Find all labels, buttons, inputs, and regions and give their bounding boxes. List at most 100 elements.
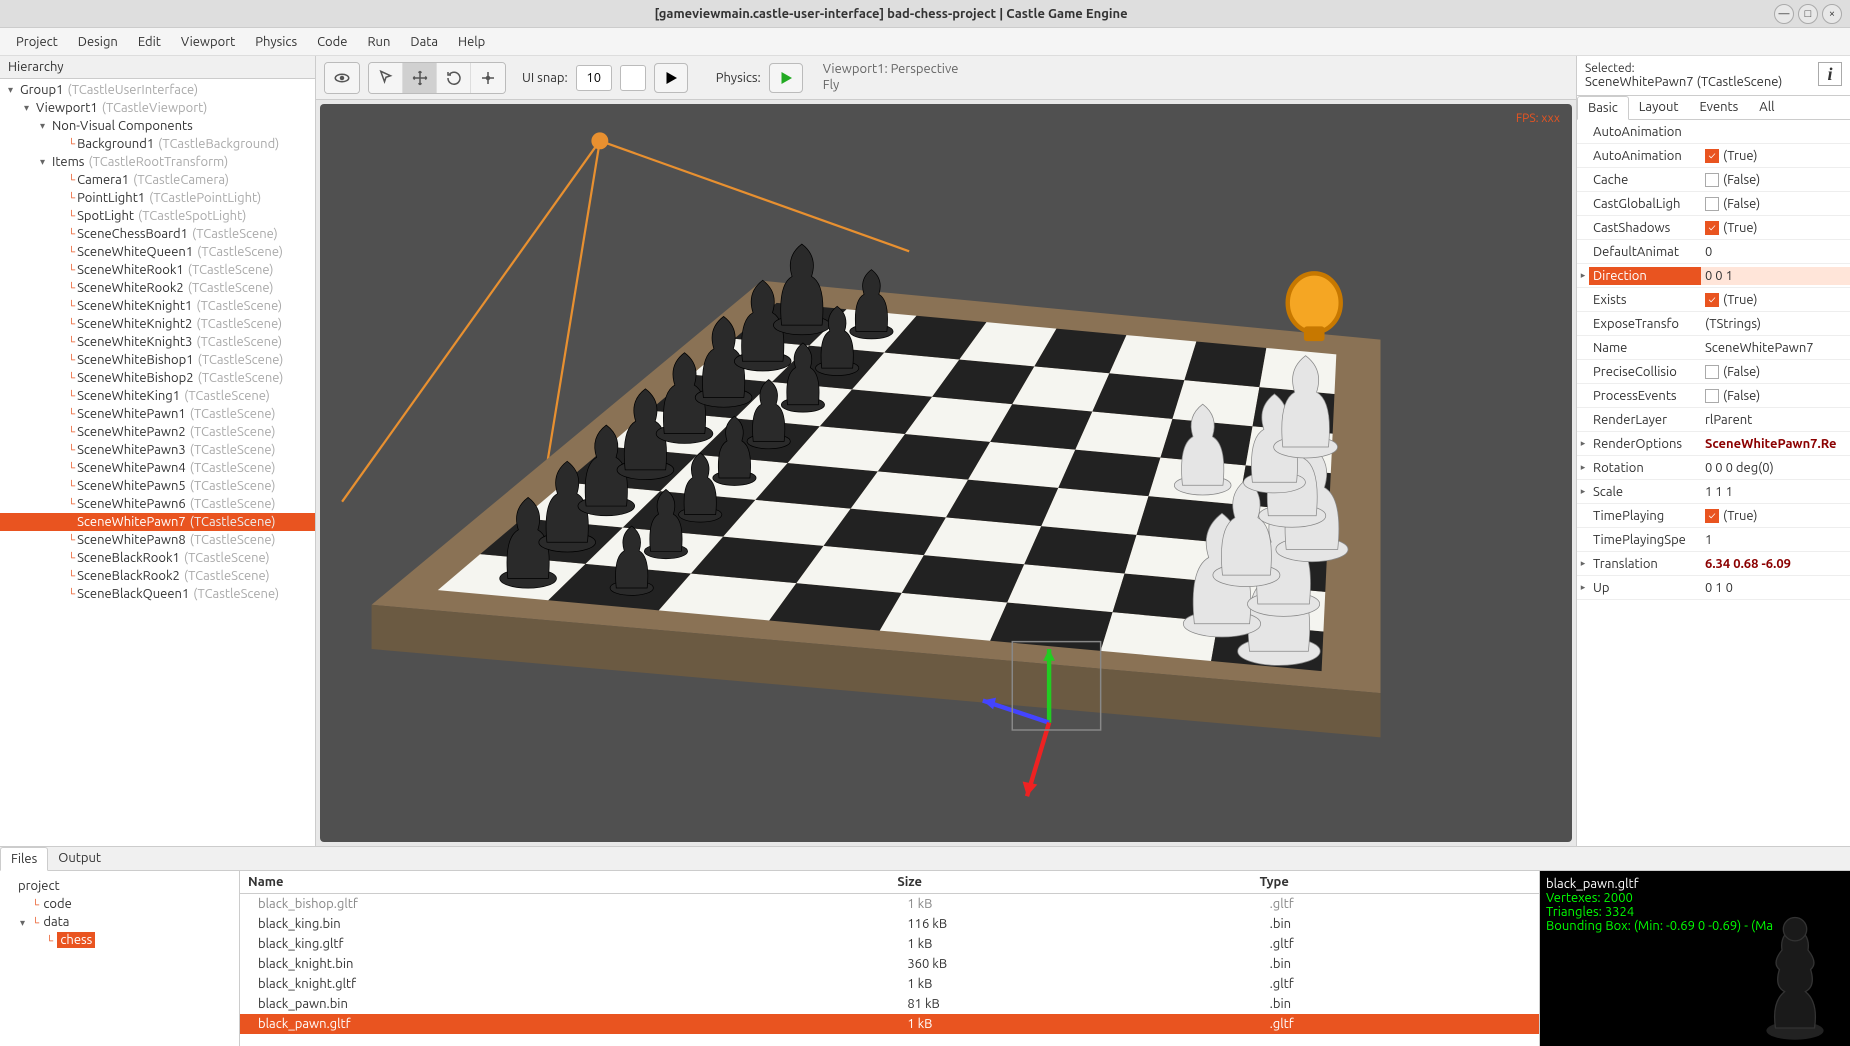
hierarchy-item[interactable]: └SceneWhitePawn4 (TCastleScene) xyxy=(0,459,315,477)
hierarchy-item[interactable]: └PointLight1 (TCastlePointLight) xyxy=(0,189,315,207)
rotate-tool-button[interactable] xyxy=(437,63,471,93)
file-column-header[interactable]: Type xyxy=(1252,871,1539,894)
menu-code[interactable]: Code xyxy=(309,31,355,53)
hierarchy-item[interactable]: └Background1 (TCastleBackground) xyxy=(0,135,315,153)
bottom-tab-output[interactable]: Output xyxy=(48,847,111,870)
menu-help[interactable]: Help xyxy=(450,31,493,53)
property-row[interactable]: CastShadows✓(True) xyxy=(1577,216,1850,240)
window-minimize-button[interactable]: — xyxy=(1774,4,1794,24)
folder-tree[interactable]: project└ code▾└ data└ chess xyxy=(0,871,240,1046)
viewport-3d[interactable]: FPS: xxx xyxy=(320,104,1572,842)
hierarchy-item[interactable]: └SceneWhiteKing1 (TCastleScene) xyxy=(0,387,315,405)
move-tool-button[interactable] xyxy=(403,63,437,93)
folder-item[interactable]: project xyxy=(6,877,233,895)
hierarchy-item[interactable]: └SceneBlackRook2 (TCastleScene) xyxy=(0,567,315,585)
property-row[interactable]: DefaultAnimat0 xyxy=(1577,240,1850,264)
property-row[interactable]: ▸Rotation0 0 0 deg(0) xyxy=(1577,456,1850,480)
hierarchy-item[interactable]: └SceneWhitePawn8 (TCastleScene) xyxy=(0,531,315,549)
file-table[interactable]: NameSizeType black_bishop.gltf1 kB.gltfb… xyxy=(240,871,1540,1046)
inspector-tab-basic[interactable]: Basic xyxy=(1577,96,1629,120)
hierarchy-item[interactable]: └SceneWhiteQueen1 (TCastleScene) xyxy=(0,243,315,261)
file-row[interactable]: black_pawn.gltf1 kB.gltf xyxy=(240,1014,1539,1034)
folder-item[interactable]: └ code xyxy=(6,895,233,913)
menu-edit[interactable]: Edit xyxy=(130,31,169,53)
file-row[interactable]: black_pawn.bin81 kB.bin xyxy=(240,994,1539,1014)
property-row[interactable]: ▸Up0 1 0 xyxy=(1577,576,1850,600)
hierarchy-item[interactable]: └SceneWhitePawn6 (TCastleScene) xyxy=(0,495,315,513)
property-row[interactable]: CastGlobalLigh(False) xyxy=(1577,192,1850,216)
property-row[interactable]: ▸RenderOptionsSceneWhitePawn7.Re xyxy=(1577,432,1850,456)
hierarchy-item[interactable]: └SceneWhiteKnight1 (TCastleScene) xyxy=(0,297,315,315)
property-row[interactable]: TimePlayingSpe1 xyxy=(1577,528,1850,552)
file-column-header[interactable]: Size xyxy=(889,871,1251,894)
menu-run[interactable]: Run xyxy=(359,31,398,53)
select-tool-button[interactable] xyxy=(369,63,403,93)
hierarchy-item[interactable]: └SceneWhitePawn3 (TCastleScene) xyxy=(0,441,315,459)
hierarchy-item[interactable]: └Camera1 (TCastleCamera) xyxy=(0,171,315,189)
window-maximize-button[interactable]: □ xyxy=(1798,4,1818,24)
hierarchy-tree[interactable]: ▾Group1 (TCastleUserInterface)▾Viewport1… xyxy=(0,79,315,846)
hierarchy-item[interactable]: ▾Items (TCastleRootTransform) xyxy=(0,153,315,171)
file-column-header[interactable]: Name xyxy=(240,871,889,894)
property-row[interactable]: ExposeTransfo(TStrings) xyxy=(1577,312,1850,336)
property-row[interactable]: ▸Scale1 1 1 xyxy=(1577,480,1850,504)
property-grid[interactable]: AutoAnimationAutoAnimation✓(True)Cache(F… xyxy=(1577,120,1850,846)
inspector-tab-events[interactable]: Events xyxy=(1689,96,1749,119)
property-row[interactable]: AutoAnimation✓(True) xyxy=(1577,144,1850,168)
property-row[interactable]: ProcessEvents(False) xyxy=(1577,384,1850,408)
hierarchy-item[interactable]: └SceneWhiteBishop2 (TCastleScene) xyxy=(0,369,315,387)
hierarchy-item[interactable]: └SceneWhiteRook2 (TCastleScene) xyxy=(0,279,315,297)
hierarchy-panel: Hierarchy ▾Group1 (TCastleUserInterface)… xyxy=(0,56,316,846)
hierarchy-item[interactable]: └SceneWhitePawn5 (TCastleScene) xyxy=(0,477,315,495)
hierarchy-item[interactable]: └SceneWhiteRook1 (TCastleScene) xyxy=(0,261,315,279)
property-row[interactable]: Exists✓(True) xyxy=(1577,288,1850,312)
hierarchy-item[interactable]: ▾Group1 (TCastleUserInterface) xyxy=(0,81,315,99)
menu-physics[interactable]: Physics xyxy=(247,31,305,53)
hierarchy-item[interactable]: └SpotLight (TCastleSpotLight) xyxy=(0,207,315,225)
ui-snap-input[interactable] xyxy=(576,65,612,91)
hierarchy-item[interactable]: └SceneWhitePawn1 (TCastleScene) xyxy=(0,405,315,423)
menu-design[interactable]: Design xyxy=(70,31,126,53)
file-row[interactable]: black_knight.bin360 kB.bin xyxy=(240,954,1539,974)
file-row[interactable]: black_knight.gltf1 kB.gltf xyxy=(240,974,1539,994)
property-row[interactable]: NameSceneWhitePawn7 xyxy=(1577,336,1850,360)
property-row[interactable]: ▸Translation6.34 0.68 -6.09 xyxy=(1577,552,1850,576)
chess-scene-render xyxy=(320,104,1572,842)
hierarchy-item[interactable]: └SceneWhiteBishop1 (TCastleScene) xyxy=(0,351,315,369)
menu-viewport[interactable]: Viewport xyxy=(173,31,243,53)
info-button[interactable]: i xyxy=(1818,62,1842,86)
bottom-tab-files[interactable]: Files xyxy=(0,847,48,871)
file-row[interactable]: black_king.gltf1 kB.gltf xyxy=(240,934,1539,954)
property-row[interactable]: AutoAnimation xyxy=(1577,120,1850,144)
toggle-visibility-button[interactable] xyxy=(325,63,359,93)
window-close-button[interactable]: × xyxy=(1822,4,1842,24)
hierarchy-item[interactable]: └SceneWhiteKnight2 (TCastleScene) xyxy=(0,315,315,333)
scale-tool-button[interactable] xyxy=(471,63,505,93)
menu-data[interactable]: Data xyxy=(402,31,446,53)
inspector-tab-layout[interactable]: Layout xyxy=(1629,96,1690,119)
file-row[interactable]: black_king.bin116 kB.bin xyxy=(240,914,1539,934)
menu-project[interactable]: Project xyxy=(8,31,66,53)
hierarchy-item[interactable]: ▾Non-Visual Components xyxy=(0,117,315,135)
hierarchy-item[interactable]: └SceneBlackRook1 (TCastleScene) xyxy=(0,549,315,567)
hierarchy-item[interactable]: └SceneWhitePawn2 (TCastleScene) xyxy=(0,423,315,441)
property-row[interactable]: PreciseCollisio(False) xyxy=(1577,360,1850,384)
hierarchy-item[interactable]: └SceneWhiteKnight3 (TCastleScene) xyxy=(0,333,315,351)
viewport-info: Viewport1: Perspective Fly xyxy=(823,62,959,93)
hierarchy-item[interactable]: └SceneChessBoard1 (TCastleScene) xyxy=(0,225,315,243)
inspector-tab-all[interactable]: All xyxy=(1749,96,1785,119)
folder-item[interactable]: ▾└ data xyxy=(6,913,233,931)
hierarchy-item[interactable]: └SceneWhitePawn7 (TCastleScene) xyxy=(0,513,315,531)
selected-label: Selected: xyxy=(1585,62,1818,75)
hierarchy-item[interactable]: ▾Viewport1 (TCastleViewport) xyxy=(0,99,315,117)
folder-item[interactable]: └ chess xyxy=(6,931,233,949)
physics-play-button[interactable] xyxy=(769,63,803,93)
property-row[interactable]: TimePlaying✓(True) xyxy=(1577,504,1850,528)
property-row[interactable]: Cache(False) xyxy=(1577,168,1850,192)
hierarchy-item[interactable]: └SceneBlackQueen1 (TCastleScene) xyxy=(0,585,315,603)
property-row[interactable]: RenderLayerrlParent xyxy=(1577,408,1850,432)
play-button[interactable] xyxy=(654,63,688,93)
property-row[interactable]: ▸Direction0 0 1 xyxy=(1577,264,1850,288)
ui-snap-toggle[interactable] xyxy=(620,65,646,91)
file-row[interactable]: black_bishop.gltf1 kB.gltf xyxy=(240,894,1539,915)
